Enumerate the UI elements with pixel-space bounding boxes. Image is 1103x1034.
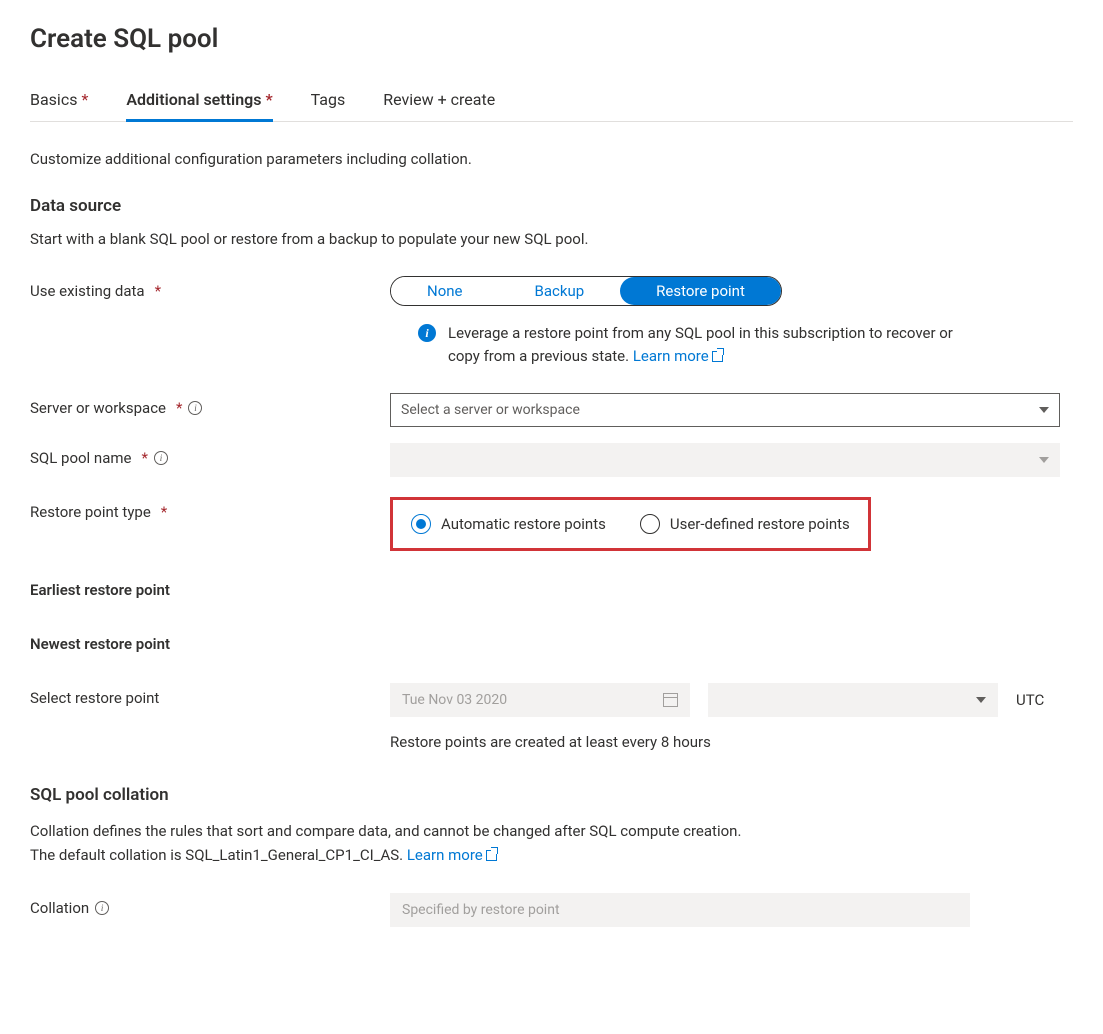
radio-user-defined-restore-points[interactable]: User-defined restore points (640, 514, 850, 534)
date-value: Tue Nov 03 2020 (402, 692, 507, 708)
tooltip-icon[interactable]: i (188, 401, 202, 415)
collation-description: Collation defines the rules that sort an… (30, 819, 1073, 867)
pill-restore-point[interactable]: Restore point (620, 277, 781, 305)
use-existing-data-toggle: None Backup Restore point (390, 276, 782, 306)
chevron-down-icon (1039, 407, 1049, 413)
tab-additional-settings[interactable]: Additional settings* (126, 90, 272, 122)
intro-text: Customize additional configuration param… (30, 150, 1073, 168)
tab-basics[interactable]: Basics* (30, 90, 88, 121)
server-workspace-label: Server or workspace * i (30, 393, 390, 417)
learn-more-link[interactable]: Learn more (633, 347, 723, 365)
section-collation-title: SQL pool collation (30, 785, 1073, 805)
earliest-restore-point-label: Earliest restore point (30, 575, 390, 599)
required-indicator: * (265, 90, 272, 109)
newest-restore-point-label: Newest restore point (30, 629, 390, 653)
pill-backup[interactable]: Backup (499, 277, 621, 305)
link-text: Learn more (633, 347, 709, 365)
external-link-icon (712, 351, 723, 362)
required-indicator: * (141, 449, 147, 467)
restore-point-type-label: Restore point type * (30, 497, 390, 521)
desc-line: The default collation is SQL_Latin1_Gene… (30, 846, 407, 864)
radio-icon (411, 514, 431, 534)
tab-review-create[interactable]: Review + create (383, 90, 495, 121)
pill-none[interactable]: None (391, 277, 499, 305)
label-text: Server or workspace (30, 399, 166, 417)
tooltip-icon[interactable]: i (95, 901, 109, 915)
chevron-down-icon (976, 697, 986, 703)
tab-label: Basics (30, 90, 77, 109)
section-data-source-desc: Start with a blank SQL pool or restore f… (30, 230, 1073, 248)
restore-point-time-dropdown[interactable] (708, 683, 998, 717)
collation-input: Specified by restore point (390, 893, 970, 927)
required-indicator: * (161, 503, 167, 521)
required-indicator: * (176, 399, 182, 417)
label-text: Restore point type (30, 503, 151, 521)
restore-point-date-input[interactable]: Tue Nov 03 2020 (390, 683, 690, 717)
wizard-tabs: Basics* Additional settings* Tags Review… (30, 90, 1073, 122)
radio-label: User-defined restore points (670, 515, 850, 533)
radio-automatic-restore-points[interactable]: Automatic restore points (411, 514, 606, 534)
radio-icon (640, 514, 660, 534)
label-text: Collation (30, 899, 89, 917)
page-title: Create SQL pool (30, 24, 1073, 54)
info-icon: i (418, 324, 436, 342)
server-workspace-dropdown[interactable]: Select a server or workspace (390, 393, 1060, 427)
timezone-label: UTC (1016, 691, 1044, 709)
link-text: Learn more (407, 846, 483, 864)
sql-pool-name-dropdown[interactable] (390, 443, 1060, 477)
section-data-source-title: Data source (30, 196, 1073, 216)
tab-label: Tags (311, 90, 346, 109)
radio-label: Automatic restore points (441, 515, 606, 533)
restore-point-note: Restore points are created at least ever… (390, 733, 1073, 751)
restore-point-type-radio-group: Automatic restore points User-defined re… (390, 497, 871, 551)
external-link-icon (486, 850, 497, 861)
tooltip-icon[interactable]: i (154, 451, 168, 465)
use-existing-data-label: Use existing data * (30, 276, 390, 300)
chevron-down-icon (1039, 457, 1049, 463)
label-text: SQL pool name (30, 449, 131, 467)
dropdown-placeholder: Select a server or workspace (401, 402, 580, 418)
label-text: Use existing data (30, 282, 145, 300)
tab-label: Additional settings (126, 90, 261, 109)
collation-label: Collation i (30, 893, 390, 917)
calendar-icon (663, 693, 678, 707)
restore-point-hint: i Leverage a restore point from any SQL … (418, 322, 978, 367)
desc-line: Collation defines the rules that sort an… (30, 822, 741, 840)
required-indicator: * (155, 282, 161, 300)
required-indicator: * (81, 90, 88, 109)
tab-label: Review + create (383, 90, 495, 109)
select-restore-point-label: Select restore point (30, 683, 390, 707)
tab-tags[interactable]: Tags (311, 90, 346, 121)
sql-pool-name-label: SQL pool name * i (30, 443, 390, 467)
collation-value: Specified by restore point (402, 902, 560, 918)
collation-learn-more-link[interactable]: Learn more (407, 846, 497, 864)
